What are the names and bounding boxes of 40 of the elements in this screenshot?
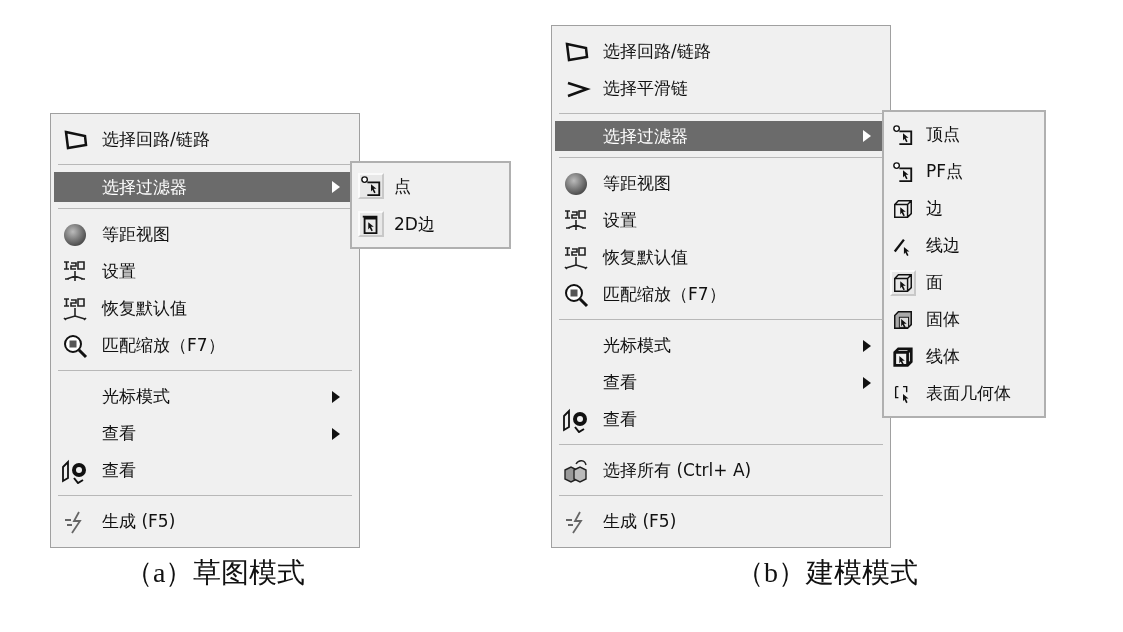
submenu-item[interactable]: 线体 bbox=[887, 338, 1041, 375]
menu-item[interactable]: 查看 bbox=[54, 415, 356, 452]
submenu-item[interactable]: 2D边 bbox=[355, 205, 506, 243]
menu-item[interactable]: 选择平滑链 bbox=[555, 70, 887, 107]
figure-caption: （a）草图模式 bbox=[125, 556, 307, 590]
submenu-item[interactable]: 边 bbox=[887, 190, 1041, 227]
submenu-arrow-icon bbox=[332, 390, 340, 403]
menu-item[interactable]: 选择所有 (Ctrl+ A) bbox=[555, 452, 887, 489]
menu-item[interactable]: 光标模式 bbox=[555, 327, 887, 364]
menu-item[interactable]: 等距视图 bbox=[555, 165, 887, 202]
menu-item[interactable]: 生成 (F5) bbox=[555, 503, 887, 540]
submenu-item[interactable]: 线边 bbox=[887, 227, 1041, 264]
submenu-arrow-icon bbox=[863, 339, 871, 352]
menu-item[interactable]: 匹配缩放（F7） bbox=[54, 327, 356, 364]
menu-item[interactable]: 匹配缩放（F7） bbox=[555, 276, 887, 313]
submenu-arrow-icon bbox=[332, 181, 340, 193]
submenu-item[interactable]: 面 bbox=[887, 264, 1041, 301]
menu-item[interactable]: 选择回路/链路 bbox=[54, 121, 356, 158]
submenu-item[interactable]: 点 bbox=[355, 167, 506, 205]
menu-item[interactable]: 查看 bbox=[555, 401, 887, 438]
menu-item[interactable]: 光标模式 bbox=[54, 378, 356, 415]
submenu-arrow-icon bbox=[863, 130, 871, 142]
iso-axes-icon bbox=[561, 244, 591, 271]
menu-item[interactable]: 选择回路/链路 bbox=[555, 33, 887, 70]
menu-item[interactable]: 等距视图 bbox=[54, 216, 356, 253]
submenu-item[interactable]: 表面几何体 bbox=[887, 375, 1041, 412]
submenu-item[interactable]: 固体 bbox=[887, 301, 1041, 338]
menu-item[interactable]: 恢复默认值 bbox=[54, 290, 356, 327]
menu-item[interactable]: 查看 bbox=[555, 364, 887, 401]
submenu-arrow-icon bbox=[332, 427, 340, 440]
submenu-arrow-icon bbox=[863, 376, 871, 389]
menu-item[interactable]: 查看 bbox=[54, 452, 356, 489]
submenu-item[interactable]: 顶点 bbox=[887, 116, 1041, 153]
menu-item[interactable]: 恢复默认值 bbox=[555, 239, 887, 276]
iso-axes-icon bbox=[60, 295, 90, 322]
menu-item[interactable]: 生成 (F5) bbox=[54, 503, 356, 540]
menu-item[interactable]: 设置 bbox=[555, 202, 887, 239]
submenu-item[interactable]: PF点 bbox=[887, 153, 1041, 190]
menu-item[interactable]: 设置 bbox=[54, 253, 356, 290]
figure-caption: （b）建模模式 bbox=[736, 556, 919, 590]
